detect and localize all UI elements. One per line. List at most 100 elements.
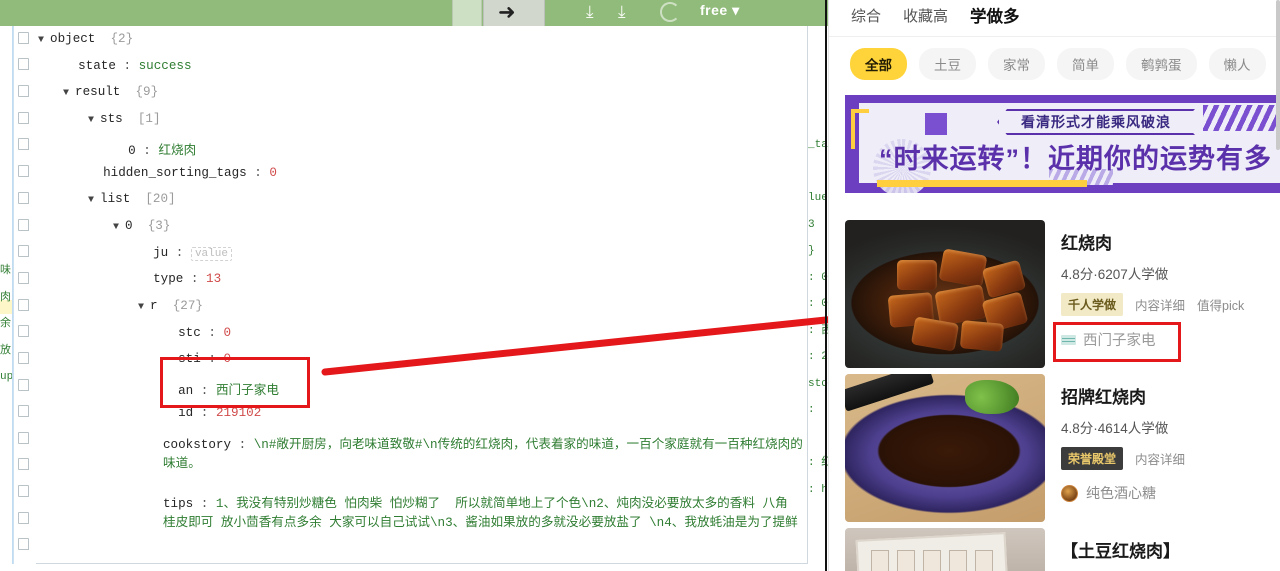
json-key: 0 <box>128 143 136 158</box>
recipe-card[interactable]: 招牌红烧肉 4.8分·4614人学做 荣誉殿堂 内容详细 纯色酒心糖 <box>829 368 1280 522</box>
filter-chip-2[interactable]: 土豆 <box>919 48 976 80</box>
json-separator: : <box>168 245 191 260</box>
json-separator: : <box>115 58 139 73</box>
json-row-long[interactable]: cookstory : \n#敞开厨房，向老味道致敬#\n传统的红烧肉，代表着家… <box>163 433 803 471</box>
disclosure-triangle-icon[interactable]: ▼ <box>88 115 100 126</box>
arrow-icon: ➜ <box>498 1 516 24</box>
recipe-card[interactable]: 【土豆红烧肉】 <box>829 522 1280 571</box>
recipe-thumbnail[interactable] <box>845 220 1045 368</box>
json-value: {9} <box>135 85 159 100</box>
json-value: {3} <box>147 218 171 233</box>
paper-square <box>871 550 889 571</box>
toolbar-free-label[interactable]: free ▾ <box>700 2 740 19</box>
copy-row-icon[interactable] <box>18 138 29 150</box>
copy-row-icon[interactable] <box>18 485 29 497</box>
json-value: 0 <box>223 325 232 340</box>
disclosure-triangle-icon[interactable]: ▼ <box>38 35 50 46</box>
json-key: tips <box>163 496 194 511</box>
download-icon-2[interactable]: ⤓ <box>618 2 626 22</box>
paper-square <box>949 550 967 571</box>
copy-row-icon[interactable] <box>18 405 29 417</box>
avatar <box>1061 484 1078 502</box>
copy-row-icon[interactable] <box>18 245 29 257</box>
recipe-title: 【土豆红烧肉】 <box>1061 542 1180 561</box>
json-row[interactable]: ju : value <box>138 245 232 261</box>
copy-row-icon[interactable] <box>18 299 29 311</box>
disclosure-triangle-icon[interactable]: ▼ <box>138 302 150 313</box>
copy-row-icon[interactable] <box>18 192 29 204</box>
json-row[interactable]: stc : 0 <box>163 326 231 340</box>
json-key: object <box>50 32 96 46</box>
annotation-box-brand <box>1053 322 1181 362</box>
json-row[interactable]: ▼ result {9} <box>63 85 158 99</box>
copy-row-icon[interactable] <box>18 165 29 177</box>
recipe-info: 招牌红烧肉 4.8分·4614人学做 荣誉殿堂 内容详细 纯色酒心糖 <box>1061 374 1280 522</box>
json-value: 1、我没有特别炒糖色 怕肉柴 怕炒糊了 所以就简单地上了个色\n2、炖肉没必要放… <box>163 496 798 530</box>
recipe-tag: 内容详细 <box>1135 299 1186 314</box>
copy-row-icon[interactable] <box>18 432 29 444</box>
download-icon-1[interactable]: ⤓ <box>586 2 594 22</box>
refresh-icon[interactable] <box>660 2 680 22</box>
json-key: stc <box>178 325 201 340</box>
json-row-long[interactable]: tips : 1、我没有特别炒糖色 怕肉柴 怕炒糊了 所以就简单地上了个色\n2… <box>163 492 803 530</box>
copy-row-icon[interactable] <box>18 32 29 44</box>
banner-corner-decoration <box>851 109 869 149</box>
filter-chip-4[interactable]: 简单 <box>1057 48 1114 80</box>
banner-title: “时来运转”！近期你的运势有多 <box>879 144 1272 174</box>
copy-row-icon[interactable] <box>18 458 29 470</box>
json-separator <box>158 299 173 313</box>
food-piece <box>938 248 988 288</box>
copy-row-icon[interactable] <box>18 85 29 97</box>
row-spacer <box>113 144 128 158</box>
json-value: \n#敞开厨房，向老味道致敬#\n传统的红烧肉，代表着家的味道，一百个家庭就有一… <box>163 437 803 471</box>
food-piece <box>934 284 988 326</box>
json-row[interactable]: state : success <box>63 58 191 73</box>
json-row[interactable]: ▼ r {27} <box>138 299 203 313</box>
json-row[interactable]: ▼ object {2} <box>38 32 133 46</box>
toolbar-button-1[interactable] <box>452 0 482 26</box>
filter-chip-1[interactable]: 全部 <box>850 48 907 80</box>
copy-row-icon[interactable] <box>18 325 29 337</box>
tab-1[interactable]: 综合 <box>851 5 881 26</box>
filter-chip-6[interactable]: 懒人 <box>1208 48 1266 80</box>
json-row[interactable]: type : 13 <box>138 272 221 286</box>
food-image <box>845 220 1045 368</box>
promo-banner[interactable]: 看清形式才能乘风破浪 “时来运转”！近期你的运势有多 <box>845 95 1280 193</box>
json-key: list <box>100 192 131 207</box>
recipe-thumbnail[interactable] <box>845 374 1045 522</box>
copy-row-icon[interactable] <box>18 379 29 391</box>
copy-row-icon[interactable] <box>18 219 29 231</box>
filter-chip-3[interactable]: 家常 <box>988 48 1045 80</box>
recipe-tag: 荣誉殿堂 <box>1061 447 1124 471</box>
json-row[interactable]: hidden_sorting_tags : 0 <box>88 166 277 180</box>
garnish-decoration <box>965 380 1019 414</box>
copy-row-icon[interactable] <box>18 272 29 284</box>
json-separator: : <box>193 496 216 511</box>
json-row[interactable]: ▼ 0 {3} <box>113 219 170 233</box>
filter-chip-5[interactable]: 鹌鹑蛋 <box>1126 48 1197 80</box>
recipe-tags: 千人学做 内容详细 值得pick <box>1061 293 1280 317</box>
json-separator: : <box>200 325 224 340</box>
tab-3[interactable]: 学做多 <box>970 3 1020 27</box>
recipe-thumbnail[interactable] <box>845 528 1045 571</box>
disclosure-triangle-icon[interactable]: ▼ <box>88 195 100 206</box>
row-spacer <box>63 59 78 73</box>
json-separator: : <box>231 437 254 452</box>
mobile-preview-panel: 综合 收藏高 学做多 全部土豆家常简单鹌鹑蛋懒人板栗 看清形式才能乘风破浪 “时来运… <box>828 0 1280 571</box>
row-spacer <box>88 166 103 180</box>
recipe-author[interactable]: 纯色酒心糖 <box>1061 483 1280 503</box>
copy-row-icon[interactable] <box>18 58 29 70</box>
json-row[interactable]: ▼ list [20] <box>88 192 176 206</box>
json-row[interactable]: 0 : 红烧肉 <box>113 139 196 158</box>
copy-row-icon[interactable] <box>18 112 29 124</box>
disclosure-triangle-icon[interactable]: ▼ <box>113 222 125 233</box>
filter-chips: 全部土豆家常简单鹌鹑蛋懒人板栗 <box>829 37 1280 91</box>
copy-row-icon[interactable] <box>18 352 29 364</box>
json-row[interactable]: ▼ sts [1] <box>88 112 161 126</box>
copy-row-icon[interactable] <box>18 538 29 550</box>
tab-2[interactable]: 收藏高 <box>903 5 948 26</box>
copy-row-icon[interactable] <box>18 512 29 524</box>
mobile-scrollbar[interactable] <box>1276 0 1280 150</box>
disclosure-triangle-icon[interactable]: ▼ <box>63 88 75 99</box>
json-separator <box>120 85 135 99</box>
